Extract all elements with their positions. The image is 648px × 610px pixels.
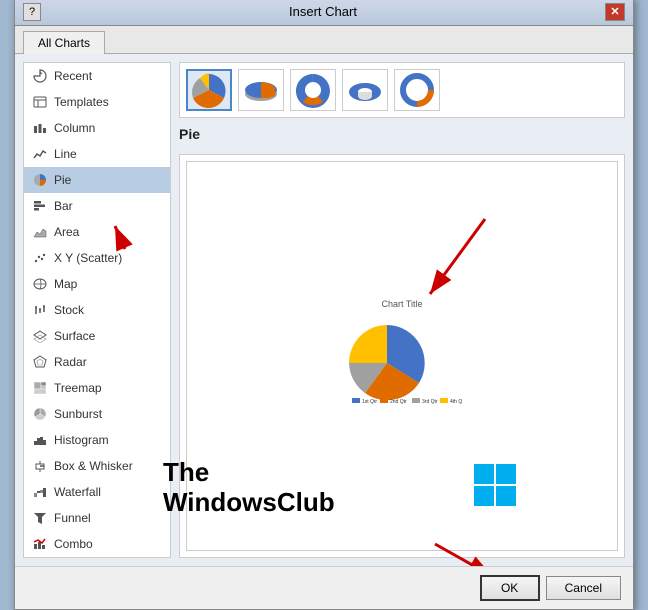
sidebar-label-xy: X Y (Scatter) (54, 251, 122, 265)
svg-text:3rd Qtr: 3rd Qtr (422, 399, 438, 405)
waterfall-icon (32, 484, 48, 500)
sidebar-item-radar[interactable]: Radar (24, 349, 170, 375)
chart-preview-inner: Chart Title (186, 161, 618, 551)
stock-icon (32, 302, 48, 318)
sidebar-label-combo: Combo (54, 537, 93, 551)
content-area: Recent Templates Column (15, 54, 633, 566)
templates-icon (32, 94, 48, 110)
sidebar-label-radar: Radar (54, 355, 87, 369)
boxwhisker-icon (32, 458, 48, 474)
sidebar-item-column[interactable]: Column (24, 115, 170, 141)
sidebar-label-bar: Bar (54, 199, 73, 213)
title-bar: ? Insert Chart ✕ (15, 0, 633, 26)
surface-icon (32, 328, 48, 344)
line-icon (32, 146, 48, 162)
dialog-title: Insert Chart (41, 4, 605, 19)
sidebar-label-sunburst: Sunburst (54, 407, 102, 421)
chart-type-sidebar: Recent Templates Column (23, 62, 171, 558)
recent-icon (32, 68, 48, 84)
sunburst-icon (32, 406, 48, 422)
bar-icon (32, 198, 48, 214)
map-icon (32, 276, 48, 292)
chart-thumb-pie3d[interactable] (238, 69, 284, 111)
svg-text:4th Qtr: 4th Qtr (450, 399, 462, 405)
chart-right-panel: Pie Chart Title (179, 62, 625, 558)
sidebar-item-line[interactable]: Line (24, 141, 170, 167)
sidebar-item-histogram[interactable]: Histogram (24, 427, 170, 453)
sidebar-item-area[interactable]: Area (24, 219, 170, 245)
sidebar-label-histogram: Histogram (54, 433, 109, 447)
close-button[interactable]: ✕ (605, 3, 625, 21)
sidebar-label-boxwhisker: Box & Whisker (54, 459, 133, 473)
column-icon (32, 120, 48, 136)
dialog-body: Recent Templates Column (15, 54, 633, 566)
sidebar-label-surface: Surface (54, 329, 95, 343)
chart-preview-area: Chart Title (179, 154, 625, 558)
sidebar-item-recent[interactable]: Recent (24, 63, 170, 89)
area-icon (32, 224, 48, 240)
sidebar-item-pie[interactable]: Pie (24, 167, 170, 193)
sidebar-item-combo[interactable]: Combo (24, 531, 170, 557)
help-button[interactable]: ? (23, 3, 41, 21)
sidebar-label-pie: Pie (54, 173, 71, 187)
bottom-bar: OK Cancel (15, 566, 633, 609)
svg-text:1st Qtr: 1st Qtr (362, 399, 377, 405)
sidebar-label-stock: Stock (54, 303, 84, 317)
sidebar-label-column: Column (54, 121, 95, 135)
chart-thumb-ring[interactable] (394, 69, 440, 111)
treemap-icon (32, 380, 48, 396)
insert-chart-dialog: ? Insert Chart ✕ All Charts Recent (14, 0, 634, 610)
sidebar-item-surface[interactable]: Surface (24, 323, 170, 349)
sidebar-item-xy[interactable]: X Y (Scatter) (24, 245, 170, 271)
sidebar-item-sunburst[interactable]: Sunburst (24, 401, 170, 427)
svg-text:2nd Qtr: 2nd Qtr (390, 399, 407, 405)
sidebar-item-treemap[interactable]: Treemap (24, 375, 170, 401)
pie-chart-svg: 1st Qtr 2nd Qtr 3rd Qtr 4th Qtr (342, 313, 462, 413)
chart-title: Chart Title (381, 299, 422, 309)
sidebar-label-treemap: Treemap (54, 381, 102, 395)
sidebar-label-waterfall: Waterfall (54, 485, 101, 499)
sidebar-item-funnel[interactable]: Funnel (24, 505, 170, 531)
ok-button[interactable]: OK (480, 575, 540, 601)
sidebar-label-templates: Templates (54, 95, 109, 109)
chart-thumb-doughnut3d[interactable] (342, 69, 388, 111)
sidebar-item-stock[interactable]: Stock (24, 297, 170, 323)
cancel-button[interactable]: Cancel (546, 576, 621, 600)
title-bar-controls: ✕ (605, 3, 625, 21)
pie-icon (32, 172, 48, 188)
sidebar-label-funnel: Funnel (54, 511, 91, 525)
sidebar-label-recent: Recent (54, 69, 92, 83)
sidebar-label-map: Map (54, 277, 77, 291)
scatter-icon (32, 250, 48, 266)
sidebar-item-map[interactable]: Map (24, 271, 170, 297)
radar-icon (32, 354, 48, 370)
funnel-icon (32, 510, 48, 526)
histogram-icon (32, 432, 48, 448)
combo-icon (32, 536, 48, 552)
sidebar-label-line: Line (54, 147, 77, 161)
chart-thumb-pie[interactable] (186, 69, 232, 111)
sidebar-item-bar[interactable]: Bar (24, 193, 170, 219)
sidebar-label-area: Area (54, 225, 79, 239)
chart-type-row (179, 62, 625, 118)
chart-section-label: Pie (179, 126, 625, 142)
sidebar-item-templates[interactable]: Templates (24, 89, 170, 115)
tab-all-charts[interactable]: All Charts (23, 31, 105, 54)
chart-thumb-doughnut[interactable] (290, 69, 336, 111)
tab-bar: All Charts (15, 26, 633, 54)
sidebar-item-waterfall[interactable]: Waterfall (24, 479, 170, 505)
sidebar-item-boxwhisker[interactable]: Box & Whisker (24, 453, 170, 479)
